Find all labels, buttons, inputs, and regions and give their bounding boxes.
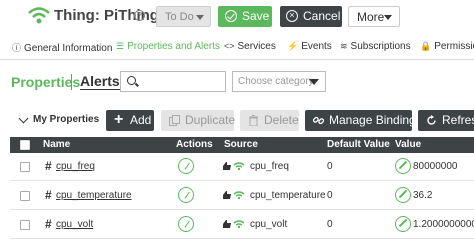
cancel-button[interactable]: × Cancel bbox=[280, 6, 342, 27]
tab-label: Subscriptions bbox=[350, 41, 411, 52]
add-button[interactable]: + Add bbox=[106, 110, 154, 131]
default-value: 0 bbox=[327, 161, 333, 172]
section-divider bbox=[71, 74, 72, 90]
duplicate-button[interactable]: Duplicate bbox=[161, 110, 236, 131]
chevron-down-icon bbox=[196, 15, 204, 20]
chevron-down-icon bbox=[309, 79, 319, 85]
tab-services[interactable]: <> Services bbox=[224, 41, 276, 52]
more-label: More bbox=[357, 10, 385, 24]
current-value: 80000000 bbox=[413, 161, 458, 172]
column-header-default-value[interactable]: Default Value bbox=[327, 139, 390, 150]
search-input[interactable] bbox=[141, 74, 221, 89]
binding-source-icon bbox=[223, 220, 245, 229]
row-checkbox[interactable] bbox=[20, 162, 30, 172]
default-value: 0 bbox=[327, 219, 333, 230]
manage-bindings-label: Manage Bindings bbox=[329, 113, 422, 127]
tab-label: Properties and Alerts bbox=[127, 41, 220, 52]
number-type-icon: # bbox=[45, 188, 52, 202]
edit-value-icon[interactable] bbox=[395, 158, 411, 174]
source-value: cpu_freq bbox=[250, 161, 289, 172]
todo-label: To Do bbox=[165, 11, 194, 23]
actions-icon[interactable] bbox=[178, 158, 194, 174]
alerts-link[interactable]: Alerts bbox=[80, 74, 120, 90]
tab-label: Services bbox=[237, 41, 276, 52]
help-icon[interactable]: ? bbox=[134, 10, 145, 21]
refresh-button[interactable]: Refresh bbox=[418, 110, 474, 131]
row-checkbox[interactable] bbox=[20, 220, 30, 230]
more-dropdown[interactable]: More bbox=[348, 6, 400, 27]
table-row[interactable]: # cpu_temperature cpu_temperature 0 36.2 bbox=[10, 182, 474, 210]
tab-label: Events bbox=[301, 41, 332, 52]
tab-permissions[interactable]: 🔒Permissions bbox=[420, 41, 474, 52]
actions-icon[interactable] bbox=[178, 187, 194, 203]
source-value: cpu_volt bbox=[250, 219, 288, 230]
row-checkbox[interactable] bbox=[20, 191, 30, 201]
search-icon bbox=[127, 76, 136, 85]
code-icon: <> bbox=[224, 41, 235, 51]
duplicate-icon bbox=[169, 115, 180, 126]
binding-source-icon bbox=[223, 162, 245, 171]
check-circle-icon bbox=[225, 10, 237, 22]
actions-icon[interactable] bbox=[178, 216, 194, 232]
my-properties-label: My Properties bbox=[33, 114, 100, 125]
column-header-value[interactable]: Value bbox=[395, 139, 421, 150]
tab-general-information[interactable]: ⓘ General Information bbox=[12, 41, 112, 54]
duplicate-label: Duplicate bbox=[185, 113, 236, 127]
delete-label: Delete bbox=[264, 113, 299, 127]
save-label: Save bbox=[242, 9, 270, 23]
trash-icon bbox=[249, 115, 258, 126]
refresh-label: Refresh bbox=[442, 113, 474, 127]
category-select[interactable]: Choose category bbox=[232, 71, 326, 92]
close-circle-icon: × bbox=[286, 10, 298, 22]
thing-wifi-icon bbox=[28, 7, 50, 24]
default-value: 0 bbox=[327, 190, 333, 201]
table-header: Name Actions Source Default Value Value bbox=[10, 137, 474, 153]
column-header-name[interactable]: Name bbox=[43, 139, 70, 150]
save-button[interactable]: Save bbox=[218, 6, 272, 27]
number-type-icon: # bbox=[45, 159, 52, 173]
refresh-icon bbox=[427, 115, 436, 125]
wifi-icon: ≋ bbox=[340, 41, 348, 51]
lock-icon: 🔒 bbox=[420, 41, 432, 51]
delete-button[interactable]: Delete bbox=[240, 110, 299, 131]
binding-source-icon bbox=[223, 191, 245, 200]
add-label: Add bbox=[130, 113, 152, 127]
table-row[interactable]: # cpu_volt cpu_volt 0 1.20000000000 bbox=[10, 211, 474, 239]
plus-icon: + bbox=[114, 111, 124, 128]
column-header-source[interactable]: Source bbox=[224, 139, 258, 150]
entity-nav-tabs: ⓘ General Information ☰ Properties and Ale… bbox=[0, 36, 474, 60]
column-header-actions: Actions bbox=[176, 139, 213, 150]
property-name-link[interactable]: cpu_volt bbox=[56, 219, 93, 230]
collapse-chevron-icon[interactable] bbox=[18, 113, 29, 124]
tab-properties-and-alerts[interactable]: ☰ Properties and Alerts bbox=[116, 41, 220, 52]
search-box[interactable] bbox=[120, 71, 226, 92]
cancel-label: Cancel bbox=[303, 9, 341, 23]
current-value: 36.2 bbox=[413, 190, 433, 201]
link-icon bbox=[313, 116, 324, 125]
number-type-icon: # bbox=[45, 217, 52, 231]
info-icon: ⓘ bbox=[12, 43, 22, 53]
tab-label: General Information bbox=[24, 43, 113, 54]
list-icon: ☰ bbox=[116, 41, 125, 51]
table-row[interactable]: # cpu_freq cpu_freq 0 80000000 bbox=[10, 153, 474, 181]
tab-events[interactable]: ⚡ Events bbox=[287, 41, 332, 52]
tab-subscriptions[interactable]: ≋ Subscriptions bbox=[340, 41, 411, 52]
edit-value-icon[interactable] bbox=[395, 187, 411, 203]
properties-heading[interactable]: Properties bbox=[11, 74, 80, 90]
chevron-down-icon bbox=[384, 15, 392, 20]
bolt-icon: ⚡ bbox=[287, 41, 299, 51]
property-name-link[interactable]: cpu_freq bbox=[56, 161, 95, 172]
category-placeholder: Choose category bbox=[238, 76, 314, 87]
todo-dropdown[interactable]: To Do bbox=[156, 6, 211, 27]
edit-value-icon[interactable] bbox=[395, 216, 411, 232]
tab-label: Permissions bbox=[434, 41, 474, 52]
property-name-link[interactable]: cpu_temperature bbox=[56, 190, 132, 201]
select-all-checkbox[interactable] bbox=[20, 140, 30, 150]
manage-bindings-button[interactable]: Manage Bindings bbox=[305, 110, 422, 131]
current-value: 1.20000000000 bbox=[413, 219, 474, 230]
source-value: cpu_temperature bbox=[250, 190, 326, 201]
header-bar: Thing: PiThing ? To Do Save × Cancel Mor… bbox=[0, 0, 474, 34]
